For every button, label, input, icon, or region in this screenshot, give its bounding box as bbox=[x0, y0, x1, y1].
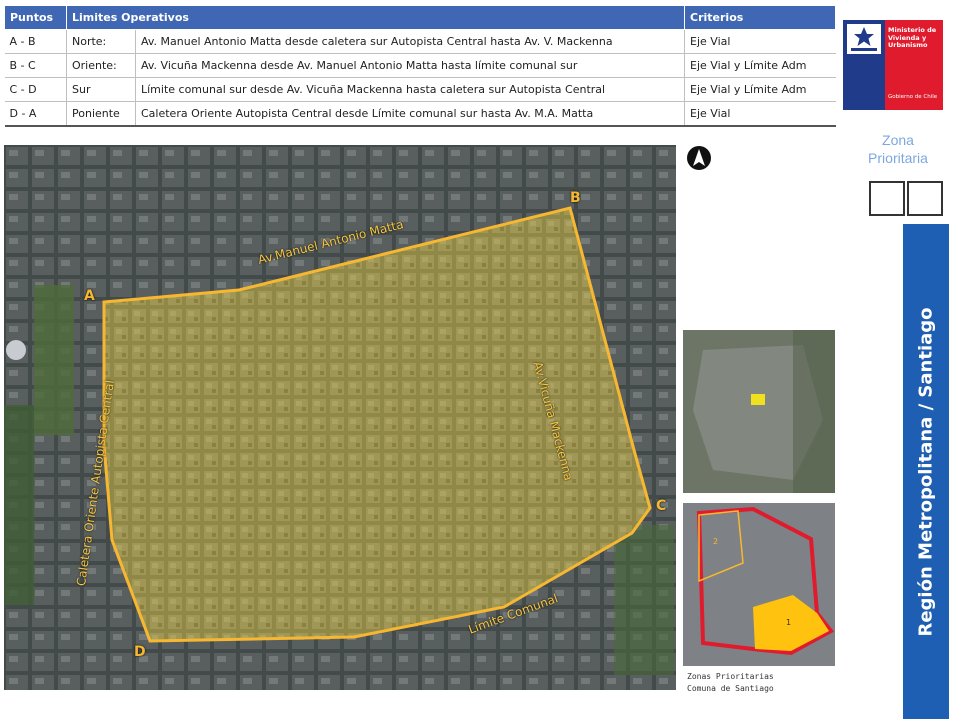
row-points: A - B bbox=[4, 29, 67, 54]
row-criteria: Eje Vial bbox=[684, 101, 836, 127]
logo-government-text: Gobierno de Chile bbox=[888, 94, 938, 100]
row-limit: Caletera Oriente Autopista Central desde… bbox=[134, 101, 685, 127]
row-criteria: Eje Vial bbox=[684, 29, 836, 54]
header-criteria: Criterios bbox=[684, 5, 837, 30]
inset-commune-map: 2 1 bbox=[683, 503, 835, 666]
point-d: D bbox=[134, 644, 146, 660]
limits-table: Puntos Limites Operativos Criterios A - … bbox=[4, 5, 837, 127]
table-row: C - D Sur Límite comunal sur desde Av. V… bbox=[4, 77, 836, 102]
inset-zone-marker bbox=[751, 394, 765, 405]
row-limit: Av. Manuel Antonio Matta desde caletera … bbox=[134, 29, 685, 54]
chile-crest-icon bbox=[847, 24, 881, 54]
row-limit: Límite comunal sur desde Av. Vicuña Mack… bbox=[134, 77, 685, 102]
header-limits: Limites Operativos bbox=[65, 5, 686, 30]
ministry-logo: Ministerio de Vivienda y Urbanismo Gobie… bbox=[843, 20, 943, 110]
logo-blue-panel bbox=[843, 20, 885, 110]
row-points: D - A bbox=[4, 101, 67, 127]
logo-ministry-text: Ministerio de Vivienda y Urbanismo bbox=[888, 26, 937, 49]
zone-label: Zona Prioritaria bbox=[868, 132, 928, 166]
row-side: Poniente bbox=[66, 101, 136, 127]
header-points: Puntos bbox=[4, 5, 67, 30]
point-b: B bbox=[570, 190, 581, 206]
region-title: Región Metropolitana / Santiago bbox=[915, 306, 937, 637]
zone-2-label: 2 bbox=[713, 537, 719, 546]
point-a: A bbox=[84, 288, 95, 304]
zone-1-label: 1 bbox=[786, 618, 792, 627]
point-c: C bbox=[656, 498, 667, 514]
table-row: B - C Oriente: Av. Vicuña Mackenna desde… bbox=[4, 53, 836, 78]
inset-caption: Zonas Prioritarias Comuna de Santiago bbox=[687, 671, 774, 695]
zone-box-right bbox=[907, 181, 943, 216]
row-side: Oriente: bbox=[66, 53, 136, 78]
inset-region-map bbox=[683, 330, 835, 493]
row-criteria: Eje Vial y Límite Adm bbox=[684, 77, 836, 102]
row-points: B - C bbox=[4, 53, 67, 78]
main-map: Av.Manuel Antonio Matta Av.Vicuña Macken… bbox=[4, 145, 676, 690]
table-row: D - A Poniente Caletera Oriente Autopist… bbox=[4, 101, 836, 127]
row-limit: Av. Vicuña Mackenna desde Av. Manuel Ant… bbox=[134, 53, 685, 78]
inset-caption-line2: Comuna de Santiago bbox=[687, 684, 774, 693]
table-header-row: Puntos Limites Operativos Criterios bbox=[4, 5, 837, 30]
row-criteria: Eje Vial y Límite Adm bbox=[684, 53, 836, 78]
inset-caption-line1: Zonas Prioritarias bbox=[687, 672, 774, 681]
row-points: C - D bbox=[4, 77, 67, 102]
table-row: A - B Norte: Av. Manuel Antonio Matta de… bbox=[4, 29, 836, 54]
region-bar: Región Metropolitana / Santiago bbox=[903, 224, 949, 719]
row-side: Sur bbox=[66, 77, 136, 102]
row-side: Norte: bbox=[66, 29, 136, 54]
zone-box-left bbox=[869, 181, 905, 216]
north-arrow-icon bbox=[686, 145, 712, 171]
